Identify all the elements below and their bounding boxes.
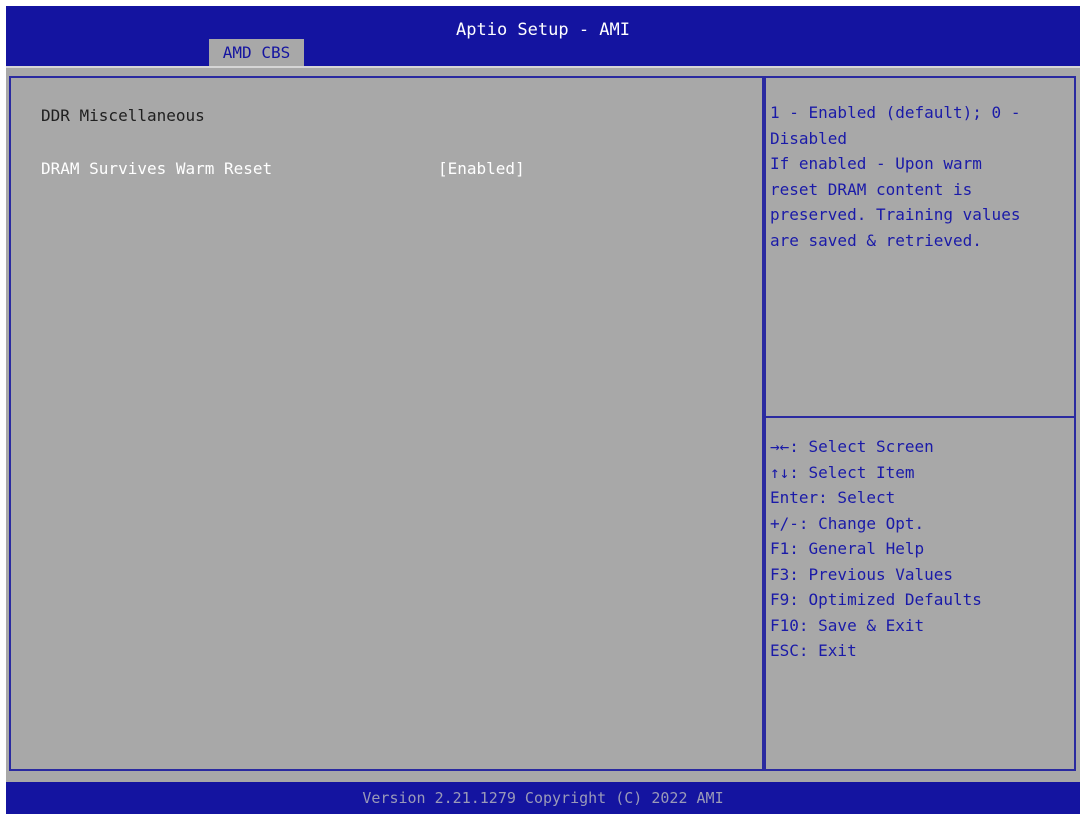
section-title: DDR Miscellaneous [41,106,205,125]
main-area: DDR Miscellaneous DRAM Survives Warm Res… [6,66,1080,773]
footer-version: Version 2.21.1279 Copyright (C) 2022 AMI [6,782,1080,814]
help-divider [766,416,1074,418]
key-enter-select: Enter: Select [770,488,896,507]
setting-value[interactable]: [Enabled] [438,159,525,178]
key-select-item: ↑↓: Select Item [770,462,915,482]
key-previous-values: F3: Previous Values [770,564,954,584]
setting-row-dram-survives-warm-reset[interactable]: DRAM Survives Warm Reset [Enabled] [11,154,762,182]
key-save-exit: F10: Save & Exit [770,615,925,635]
help-line: If enabled - Upon warm [770,154,982,173]
tab-amd-cbs[interactable]: AMD CBS [209,39,304,66]
key-optimized-defaults: F9: Optimized Defaults [770,590,982,609]
help-line: are saved & retrieved. [770,230,982,250]
help-line: preserved. Training values [770,205,1021,224]
header-bar: Aptio Setup - AMI AMD CBS [6,6,1080,66]
app-title: Aptio Setup - AMI [456,20,630,40]
settings-pane: DDR Miscellaneous DRAM Survives Warm Res… [9,76,764,771]
key-change-opt: +/-: Change Opt. [770,513,925,533]
setting-label: DRAM Survives Warm Reset [41,159,273,178]
help-line: reset DRAM content is [770,179,973,199]
help-pane: 1 - Enabled (default); 0 - Disabled If e… [764,76,1076,771]
help-text: 1 - Enabled (default); 0 - Disabled If e… [770,100,1070,253]
help-line: 1 - Enabled (default); 0 - [770,103,1021,122]
key-esc-exit: ESC: Exit [770,641,857,660]
key-legend: →←: Select Screen ↑↓: Select Item Enter:… [770,434,1070,664]
help-line: Disabled [770,128,848,148]
key-general-help: F1: General Help [770,539,925,558]
key-select-screen: →←: Select Screen [770,437,934,456]
bios-window: Aptio Setup - AMI AMD CBS DDR Miscellane… [6,6,1080,814]
